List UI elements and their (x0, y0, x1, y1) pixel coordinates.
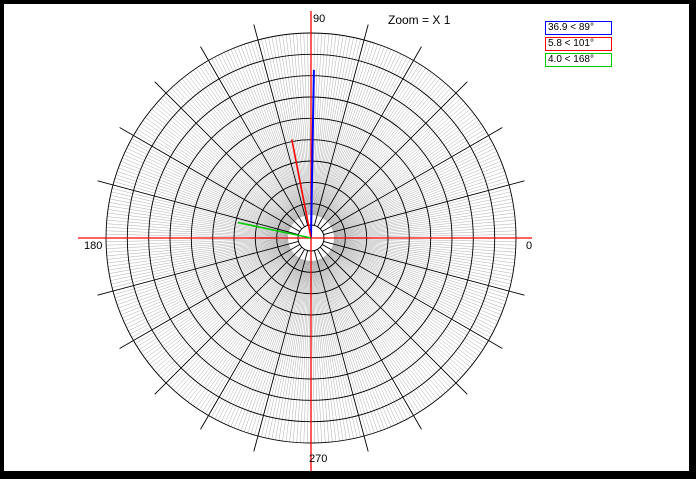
angle-label-180: 180 (84, 240, 103, 252)
angle-label-90: 90 (313, 13, 326, 25)
angle-label-270: 270 (309, 453, 328, 465)
polar-chart (78, 11, 532, 471)
polar-plot-window: Zoom = X 1 90 180 0 270 36.9 < 89° 5.8 <… (4, 4, 689, 471)
legend-entry-blue: 36.9 < 89° (545, 21, 612, 35)
legend-entry-green: 4.0 < 168° (545, 53, 612, 67)
zoom-level-label: Zoom = X 1 (388, 13, 451, 27)
angle-label-0: 0 (526, 240, 533, 252)
legend-entry-red: 5.8 < 101° (545, 37, 612, 51)
